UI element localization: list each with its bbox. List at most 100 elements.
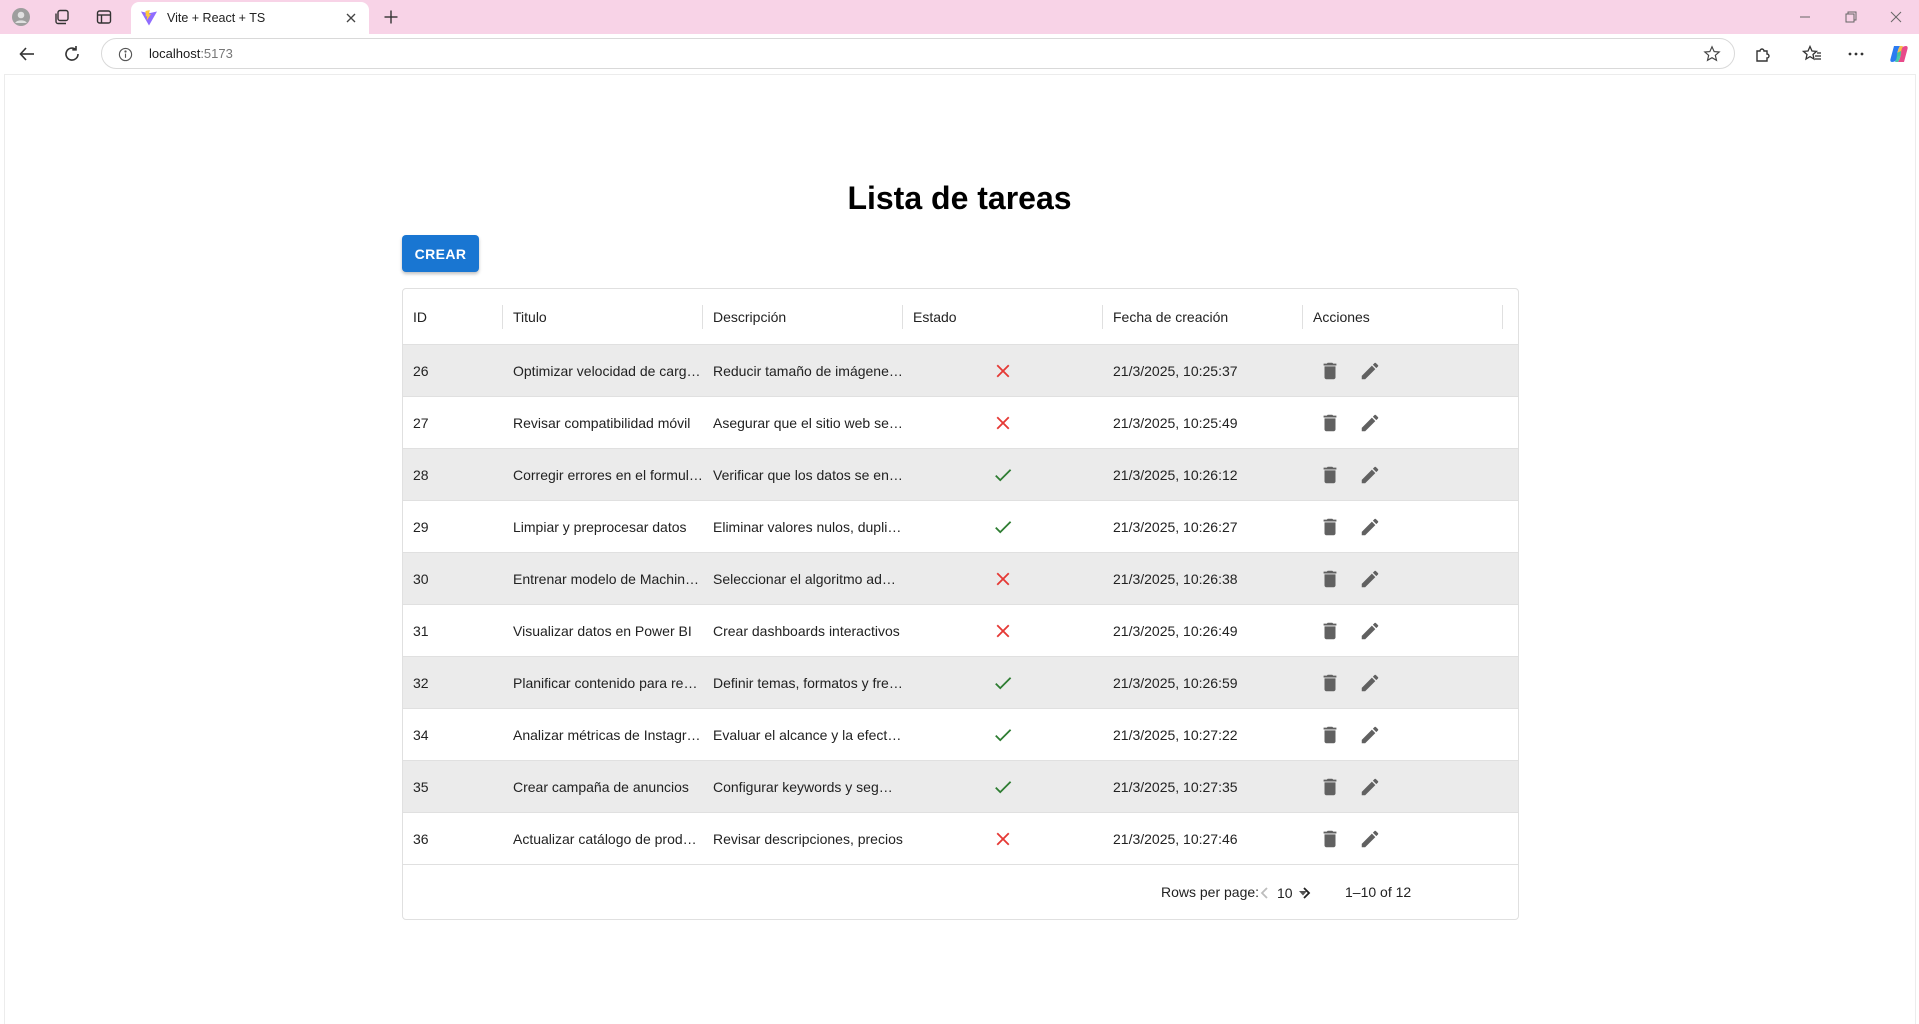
date-cell[interactable]: 21/3/2025, 10:26:27 <box>1103 501 1303 553</box>
status-cell[interactable] <box>903 605 1103 657</box>
id-cell[interactable]: 28 <box>403 449 503 501</box>
column-header-date[interactable]: Fecha de creación <box>1103 289 1303 345</box>
table-row[interactable]: 29 Limpiar y preprocesar datos Eliminar va… <box>403 501 1518 553</box>
delete-button[interactable] <box>1313 666 1347 700</box>
edit-button[interactable] <box>1353 822 1387 856</box>
workspaces-icon[interactable] <box>51 6 73 28</box>
status-cell[interactable] <box>903 553 1103 605</box>
column-header-title[interactable]: Titulo <box>503 289 703 345</box>
edit-button[interactable] <box>1353 666 1387 700</box>
title-cell[interactable]: Optimizar velocidad de carga del sitio <box>503 345 703 397</box>
title-cell[interactable]: Actualizar catálogo de productos <box>503 813 703 865</box>
table-row[interactable]: 28 Corregir errores en el formulario Verif… <box>403 449 1518 501</box>
status-cell[interactable] <box>903 397 1103 449</box>
title-cell[interactable]: Corregir errores en el formulario <box>503 449 703 501</box>
title-cell[interactable]: Visualizar datos en Power BI <box>503 605 703 657</box>
restore-icon[interactable] <box>1839 6 1863 28</box>
status-cell[interactable] <box>903 813 1103 865</box>
date-cell[interactable]: 21/3/2025, 10:25:37 <box>1103 345 1303 397</box>
column-header-description[interactable]: Descripción <box>703 289 903 345</box>
delete-button[interactable] <box>1313 770 1347 804</box>
edit-button[interactable] <box>1353 510 1387 544</box>
delete-button[interactable] <box>1313 354 1347 388</box>
next-page-button[interactable] <box>1292 879 1320 907</box>
delete-button[interactable] <box>1313 822 1347 856</box>
title-cell[interactable]: Crear campaña de anuncios <box>503 761 703 813</box>
title-cell[interactable]: Limpiar y preprocesar datos <box>503 501 703 553</box>
table-row[interactable]: 30 Entrenar modelo de Machine Learning Sel… <box>403 553 1518 605</box>
description-cell[interactable]: Asegurar que el sitio web se vea bien <box>703 397 903 449</box>
description-cell[interactable]: Seleccionar el algoritmo adecuado <box>703 553 903 605</box>
edit-button[interactable] <box>1353 406 1387 440</box>
id-cell[interactable]: 32 <box>403 657 503 709</box>
edit-button[interactable] <box>1353 562 1387 596</box>
table-row[interactable]: 34 Analizar métricas de Instagram Evaluar … <box>403 709 1518 761</box>
status-cell[interactable] <box>903 501 1103 553</box>
minimize-icon[interactable] <box>1793 6 1817 28</box>
delete-button[interactable] <box>1313 718 1347 752</box>
close-window-icon[interactable] <box>1884 6 1908 28</box>
edit-button[interactable] <box>1353 354 1387 388</box>
address-bar[interactable]: localhost:5173 <box>101 38 1735 69</box>
edit-button[interactable] <box>1353 770 1387 804</box>
edit-button[interactable] <box>1353 718 1387 752</box>
delete-button[interactable] <box>1313 562 1347 596</box>
url-text[interactable]: localhost:5173 <box>149 46 233 61</box>
delete-button[interactable] <box>1313 614 1347 648</box>
column-header-status[interactable]: Estado <box>903 289 1103 345</box>
profile-icon[interactable] <box>10 6 32 28</box>
site-info-icon[interactable] <box>116 45 134 63</box>
id-cell[interactable]: 27 <box>403 397 503 449</box>
id-cell[interactable]: 26 <box>403 345 503 397</box>
title-cell[interactable]: Entrenar modelo de Machine Learning <box>503 553 703 605</box>
title-cell[interactable]: Revisar compatibilidad móvil <box>503 397 703 449</box>
date-cell[interactable]: 21/3/2025, 10:26:38 <box>1103 553 1303 605</box>
id-cell[interactable]: 35 <box>403 761 503 813</box>
status-cell[interactable] <box>903 657 1103 709</box>
column-header-actions[interactable]: Acciones <box>1303 289 1503 345</box>
new-tab-icon[interactable] <box>380 6 402 28</box>
description-cell[interactable]: Verificar que los datos se envíen <box>703 449 903 501</box>
favorites-icon[interactable] <box>1799 41 1825 67</box>
description-cell[interactable]: Revisar descripciones, precios <box>703 813 903 865</box>
description-cell[interactable]: Definir temas, formatos y frecuencia <box>703 657 903 709</box>
column-separator[interactable] <box>1502 305 1503 329</box>
copilot-icon[interactable] <box>1886 41 1912 67</box>
back-arrow-icon[interactable] <box>14 41 40 67</box>
favorite-star-icon[interactable] <box>1702 44 1722 64</box>
table-row[interactable]: 31 Visualizar datos en Power BI Crear dash… <box>403 605 1518 657</box>
description-cell[interactable]: Reducir tamaño de imágenes y scripts <box>703 345 903 397</box>
edit-button[interactable] <box>1353 458 1387 492</box>
date-cell[interactable]: 21/3/2025, 10:25:49 <box>1103 397 1303 449</box>
date-cell[interactable]: 21/3/2025, 10:26:59 <box>1103 657 1303 709</box>
table-row[interactable]: 35 Crear campaña de anuncios Configurar ke… <box>403 761 1518 813</box>
date-cell[interactable]: 21/3/2025, 10:26:49 <box>1103 605 1303 657</box>
table-row[interactable]: 36 Actualizar catálogo de productos Revisa… <box>403 813 1518 865</box>
id-cell[interactable]: 34 <box>403 709 503 761</box>
title-cell[interactable]: Analizar métricas de Instagram <box>503 709 703 761</box>
previous-page-button[interactable] <box>1251 879 1279 907</box>
status-cell[interactable] <box>903 709 1103 761</box>
table-row[interactable]: 27 Revisar compatibilidad móvil Asegurar q… <box>403 397 1518 449</box>
id-cell[interactable]: 31 <box>403 605 503 657</box>
description-cell[interactable]: Configurar keywords y segmentación <box>703 761 903 813</box>
delete-button[interactable] <box>1313 510 1347 544</box>
extensions-icon[interactable] <box>1750 41 1776 67</box>
date-cell[interactable]: 21/3/2025, 10:27:22 <box>1103 709 1303 761</box>
id-cell[interactable]: 36 <box>403 813 503 865</box>
id-cell[interactable]: 29 <box>403 501 503 553</box>
column-header-id[interactable]: ID <box>403 289 503 345</box>
description-cell[interactable]: Evaluar el alcance y la efectividad <box>703 709 903 761</box>
tab-close-icon[interactable] <box>341 8 361 28</box>
table-row[interactable]: 26 Optimizar velocidad de carga del sitio… <box>403 345 1518 397</box>
description-cell[interactable]: Crear dashboards interactivos <box>703 605 903 657</box>
date-cell[interactable]: 21/3/2025, 10:27:46 <box>1103 813 1303 865</box>
title-cell[interactable]: Planificar contenido para redes <box>503 657 703 709</box>
delete-button[interactable] <box>1313 406 1347 440</box>
tab-actions-icon[interactable] <box>93 6 115 28</box>
edit-button[interactable] <box>1353 614 1387 648</box>
delete-button[interactable] <box>1313 458 1347 492</box>
refresh-icon[interactable] <box>59 41 85 67</box>
status-cell[interactable] <box>903 345 1103 397</box>
status-cell[interactable] <box>903 761 1103 813</box>
